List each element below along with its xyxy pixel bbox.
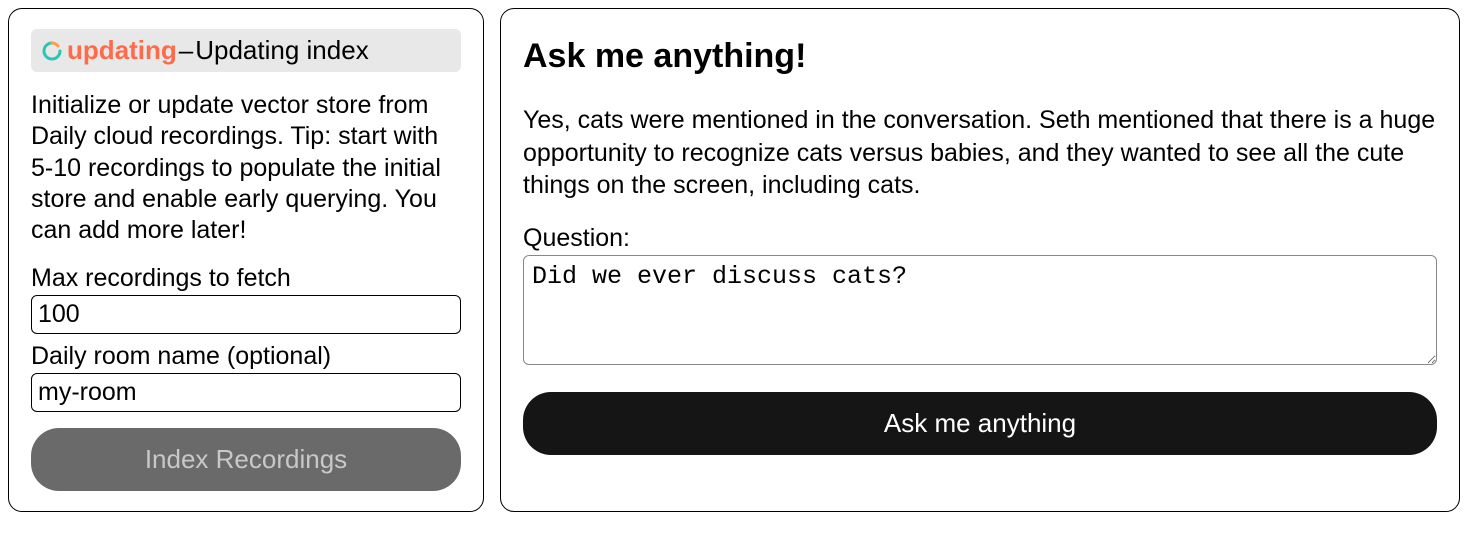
ask-title: Ask me anything! [523, 37, 1437, 76]
max-recordings-label: Max recordings to fetch [31, 264, 461, 293]
index-recordings-button[interactable]: Index Recordings [31, 428, 461, 491]
updating-icon [41, 40, 63, 62]
status-separator: – [179, 35, 193, 66]
ask-panel: Ask me anything! Yes, cats were mentione… [500, 8, 1460, 512]
room-name-input[interactable] [31, 373, 461, 412]
index-panel: updating – Updating index Initialize or … [8, 8, 484, 512]
room-name-label: Daily room name (optional) [31, 342, 461, 371]
question-label: Question: [523, 224, 1437, 253]
status-label: updating [67, 35, 177, 66]
max-recordings-input[interactable] [31, 295, 461, 334]
status-text: Updating index [195, 35, 368, 66]
answer-text: Yes, cats were mentioned in the conversa… [523, 104, 1437, 202]
index-description: Initialize or update vector store from D… [31, 90, 461, 246]
status-bar: updating – Updating index [31, 29, 461, 72]
ask-button[interactable]: Ask me anything [523, 392, 1437, 455]
question-input[interactable] [523, 255, 1437, 365]
